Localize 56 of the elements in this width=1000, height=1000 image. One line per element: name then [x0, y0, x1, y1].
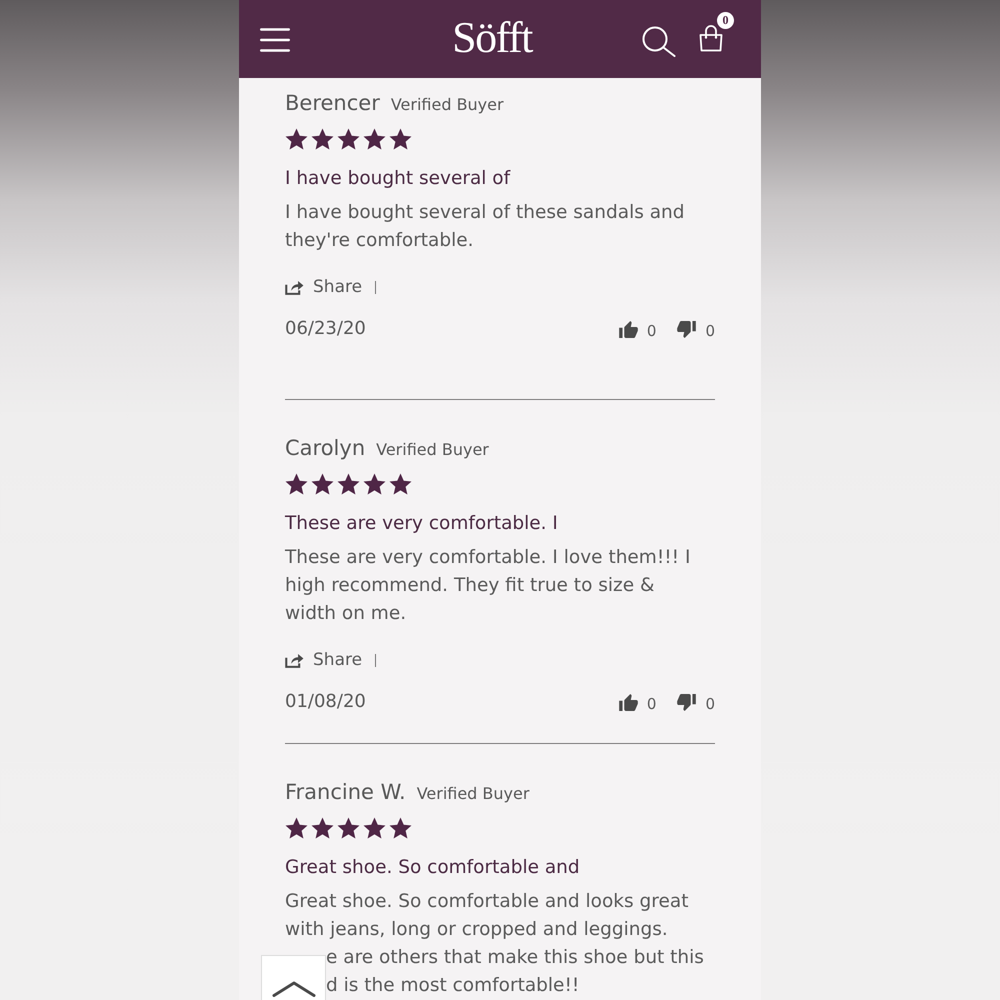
thumbs-up-icon — [618, 694, 638, 710]
verified-buyer-label: Verified Buyer — [376, 439, 489, 461]
review-text: These are very comfortable. I love them!!! I high recommend. They fit true to size & width on me. — [285, 546, 692, 626]
review-date: 06/23/20 — [285, 317, 366, 341]
scroll-to-top-button[interactable] — [261, 955, 326, 1000]
vote-count: 0 — [705, 320, 715, 340]
review-date: 01/08/20 — [285, 690, 366, 714]
reviewer-name: Berencer — [285, 90, 380, 116]
star-icon — [389, 473, 412, 495]
thumbs-down-icon — [677, 320, 696, 338]
reviewer-name: Francine W. — [285, 779, 406, 805]
share-button[interactable]: Share — [285, 648, 362, 672]
thumbs-down-icon — [677, 694, 696, 710]
vote-count: 0 — [646, 694, 656, 714]
star-icon — [311, 817, 334, 839]
star-icon — [389, 817, 412, 839]
review-title: These are very comfortable. I — [285, 512, 559, 536]
star-icon — [285, 128, 308, 150]
review-text: e are others that make this shoe but this — [326, 946, 704, 970]
review-text: I have bought several of these sandals and they're comfortable. — [285, 201, 686, 253]
star-icon — [337, 128, 360, 150]
share-icon — [285, 280, 304, 294]
menu-button[interactable] — [260, 26, 290, 52]
star-icon — [285, 817, 308, 839]
brand-logo[interactable]: Söfft — [452, 13, 532, 63]
thumbs-up-button[interactable] — [618, 320, 638, 338]
star-icon — [311, 128, 334, 150]
star-icon — [311, 473, 334, 495]
chevron-up-icon — [272, 981, 316, 997]
cart-count-badge: 0 — [717, 12, 734, 29]
thumbs-down-button[interactable] — [677, 694, 696, 710]
reviewer-name: Carolyn — [285, 435, 366, 461]
thumbs-down-button[interactable] — [677, 320, 696, 338]
star-icon — [337, 473, 360, 495]
vote-count: 0 — [646, 320, 656, 340]
review-text: Great shoe. So comfortable and looks great with jeans, long or cropped and leggings. — [285, 890, 690, 942]
star-icon — [363, 817, 386, 839]
verified-buyer-label: Verified Buyer — [390, 94, 504, 116]
star-icon — [337, 817, 360, 839]
thumbs-up-button[interactable] — [618, 694, 638, 710]
review-title: I have bought several of — [285, 167, 512, 191]
search-icon — [642, 26, 676, 57]
share-button[interactable]: Share — [285, 275, 362, 299]
menu-icon — [260, 28, 290, 52]
review-text: d is the most comfortable!! — [326, 974, 580, 998]
star-icon — [285, 473, 308, 495]
star-icon — [363, 128, 386, 150]
verified-buyer-label: Verified Buyer — [416, 783, 530, 805]
review-title: Great shoe. So comfortable and — [285, 856, 581, 880]
bag-icon — [698, 24, 724, 52]
vote-count: 0 — [705, 694, 715, 714]
star-icon — [363, 473, 386, 495]
cart-button[interactable] — [698, 26, 724, 52]
thumbs-up-icon — [618, 320, 638, 338]
share-icon — [285, 652, 304, 668]
star-icon — [389, 128, 412, 150]
